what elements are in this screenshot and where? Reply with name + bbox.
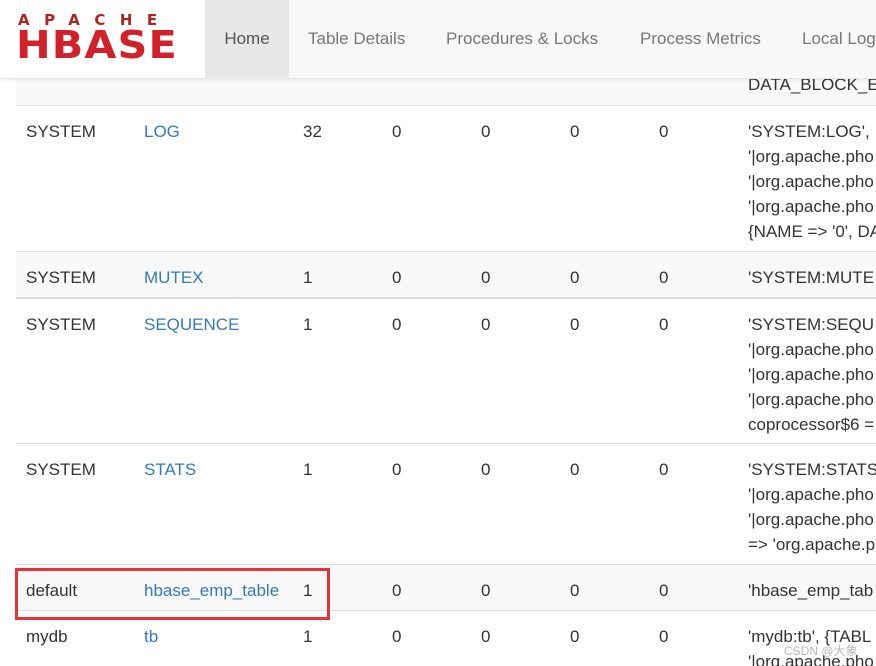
table-name-link[interactable]: STATS bbox=[144, 457, 196, 482]
region-count-cell: 0 bbox=[481, 581, 491, 600]
region-count-cell: 1 bbox=[303, 315, 313, 334]
top-navbar: APACHE HBASE Home Table Details Procedur… bbox=[0, 0, 876, 79]
region-count-cell: 0 bbox=[570, 315, 580, 334]
region-count-cell: 0 bbox=[481, 627, 491, 646]
namespace-cell: SYSTEM bbox=[26, 460, 96, 479]
table-description: 'SYSTEM:MUTE bbox=[748, 268, 875, 287]
table-name-link[interactable]: SEQUENCE bbox=[144, 312, 239, 337]
table-description: 'SYSTEM:STATS '|org.apache.pho '|org.apa… bbox=[748, 460, 876, 554]
region-count-cell: 0 bbox=[481, 122, 491, 141]
region-count-cell: 0 bbox=[659, 627, 669, 646]
region-count-cell: 0 bbox=[659, 581, 669, 600]
tab-procedures-locks[interactable]: Procedures & Locks bbox=[446, 0, 598, 78]
csdn-watermark: CSDN @大象 bbox=[784, 644, 858, 658]
region-count-cell: 0 bbox=[659, 460, 669, 479]
region-count-cell: 0 bbox=[481, 460, 491, 479]
region-count-cell: 0 bbox=[392, 460, 402, 479]
region-count-cell: 0 bbox=[481, 268, 491, 287]
tab-process-metrics[interactable]: Process Metrics bbox=[640, 0, 761, 78]
table-description: 'SYSTEM:SEQU '|org.apache.pho '|org.apac… bbox=[748, 315, 875, 434]
region-count-cell: 0 bbox=[570, 122, 580, 141]
table-row: SYSTEM STATS 1 0 0 0 0 'SYSTEM:STATS '|o… bbox=[16, 443, 876, 565]
region-count-cell: 0 bbox=[659, 315, 669, 334]
tab-home[interactable]: Home bbox=[205, 0, 289, 78]
region-count-cell: 1 bbox=[303, 627, 313, 646]
namespace-cell: SYSTEM bbox=[26, 122, 96, 141]
region-count-cell: 0 bbox=[659, 268, 669, 287]
tables-table: DATA_BLOCK_E SYSTEM LOG 32 0 0 0 0 'SYST… bbox=[16, 0, 876, 666]
region-count-cell: 0 bbox=[392, 122, 402, 141]
tab-table-details[interactable]: Table Details bbox=[308, 0, 405, 78]
table-description: 'SYSTEM:LOG', '|org.apache.pho '|org.apa… bbox=[748, 122, 876, 241]
region-count-cell: 0 bbox=[570, 460, 580, 479]
region-count-cell: 0 bbox=[659, 122, 669, 141]
table-row: SYSTEM SEQUENCE 1 0 0 0 0 'SYSTEM:SEQU '… bbox=[16, 297, 876, 445]
region-count-cell: 1 bbox=[303, 268, 313, 287]
highlight-annotation-box bbox=[15, 568, 330, 620]
region-count-cell: 0 bbox=[570, 627, 580, 646]
region-count-cell: 0 bbox=[481, 315, 491, 334]
hbase-logo[interactable]: APACHE HBASE bbox=[0, 0, 205, 78]
region-count-cell: 0 bbox=[392, 268, 402, 287]
table-name-link[interactable]: tb bbox=[144, 624, 158, 649]
hbase-master-page: DATA_BLOCK_E SYSTEM LOG 32 0 0 0 0 'SYST… bbox=[0, 0, 876, 666]
table-name-link[interactable]: LOG bbox=[144, 119, 180, 144]
region-count-cell: 0 bbox=[570, 268, 580, 287]
table-description: 'hbase_emp_tab bbox=[748, 581, 874, 600]
namespace-cell: mydb bbox=[26, 627, 68, 646]
table-row: SYSTEM MUTEX 1 0 0 0 0 'SYSTEM:MUTE bbox=[16, 251, 876, 298]
region-count-cell: 32 bbox=[303, 122, 322, 141]
logo-hbase-text: HBASE bbox=[16, 23, 178, 67]
tab-local-log[interactable]: Local Log bbox=[802, 0, 876, 78]
region-count-cell: 1 bbox=[303, 460, 313, 479]
namespace-cell: SYSTEM bbox=[26, 268, 96, 287]
table-name-link[interactable]: MUTEX bbox=[144, 265, 204, 290]
namespace-cell: SYSTEM bbox=[26, 315, 96, 334]
region-count-cell: 0 bbox=[570, 581, 580, 600]
region-count-cell: 0 bbox=[392, 581, 402, 600]
region-count-cell: 0 bbox=[392, 315, 402, 334]
region-count-cell: 0 bbox=[392, 627, 402, 646]
table-row: SYSTEM LOG 32 0 0 0 0 'SYSTEM:LOG', '|or… bbox=[16, 105, 876, 252]
